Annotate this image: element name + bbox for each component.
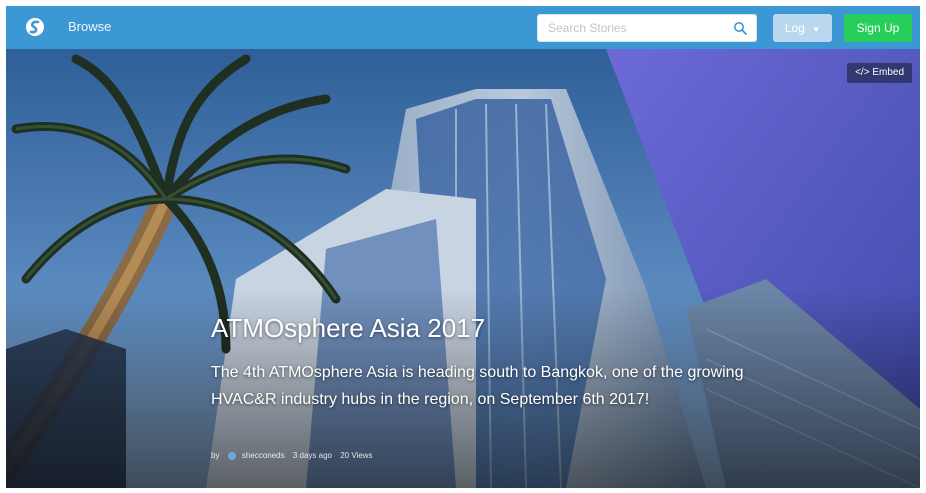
storify-logo-icon[interactable] (25, 17, 45, 37)
author-link[interactable]: shecconeds (242, 451, 285, 460)
top-navbar: Browse Log ▼ Sign Up (6, 6, 920, 49)
search-input[interactable] (538, 15, 738, 41)
app-frame: Browse Log ▼ Sign Up (6, 6, 920, 488)
author-avatar[interactable] (227, 451, 236, 460)
chevron-down-icon: ▼ (812, 25, 821, 34)
login-label: Log (784, 21, 805, 35)
story-title: ATMOsphere Asia 2017 (211, 313, 486, 343)
story-hero: </> Embed ATMOsphere Asia 2017 The 4th A… (6, 49, 920, 488)
search-box[interactable] (537, 14, 757, 42)
story-meta: by shecconeds 3 days ago 20 Views (211, 451, 379, 460)
browse-link[interactable]: Browse (68, 19, 111, 34)
signup-button[interactable]: Sign Up (844, 14, 912, 42)
login-button[interactable]: Log ▼ (773, 14, 832, 42)
search-icon[interactable] (733, 21, 747, 35)
meta-by: by (211, 451, 220, 460)
embed-button[interactable]: </> Embed (847, 63, 912, 83)
story-time: 3 days ago (292, 451, 332, 460)
story-description: The 4th ATMOsphere Asia is heading south… (211, 364, 744, 408)
story-views: 20 Views (340, 451, 373, 460)
